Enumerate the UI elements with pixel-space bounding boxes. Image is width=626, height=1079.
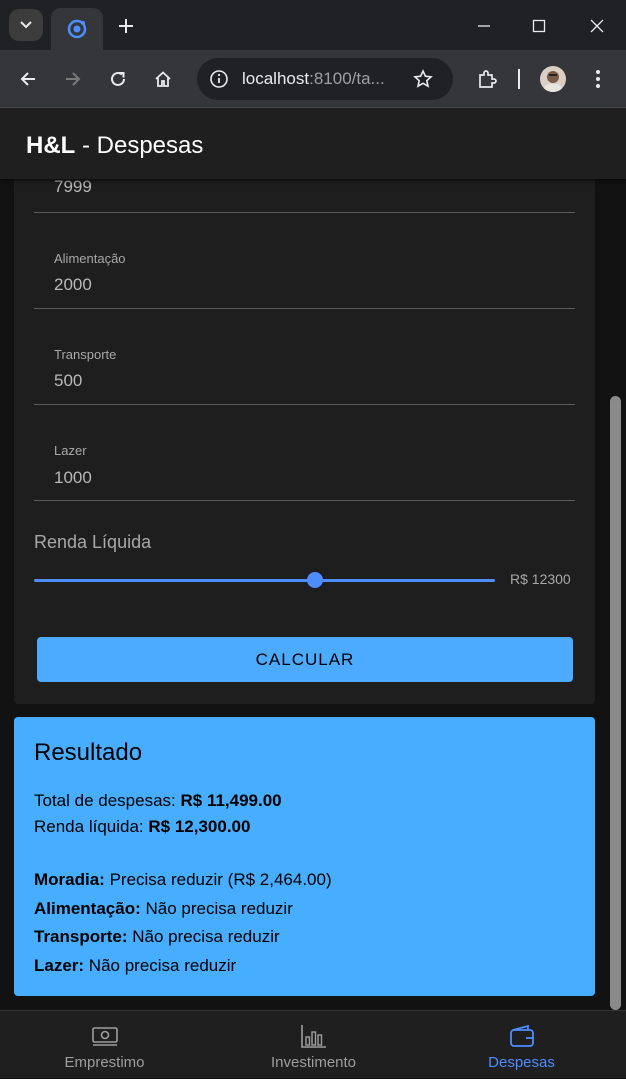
home-icon [155,71,171,87]
leisure-label: Lazer [54,443,87,458]
leisure-value[interactable]: 1000 [54,468,92,488]
transport-label: Transporte [54,347,117,362]
back-button[interactable] [13,64,43,94]
ionic-logo-icon [67,19,87,39]
puzzle-icon [479,70,497,88]
housing-field[interactable]: 7999 [34,179,575,213]
avatar-icon [544,71,562,92]
browser-tab[interactable] [51,8,103,50]
minimize-icon [478,25,490,27]
url-text: localhost:8100/ta... [242,69,385,88]
transport-value[interactable]: 500 [54,371,82,391]
wallet-icon [509,1024,534,1047]
bookmark-star-icon[interactable] [413,69,433,89]
food-value[interactable]: 2000 [54,275,92,295]
maximize-button[interactable] [524,12,554,40]
reload-icon [111,71,125,86]
browser-menu-button[interactable] [583,64,613,94]
tab-label-investimento: Investimento [270,1054,357,1071]
profile-avatar[interactable] [540,66,566,92]
bottom-tab-bar: Emprestimo Investimento Despesas [0,1010,626,1078]
cash-icon [91,1027,118,1046]
close-icon [590,19,604,33]
food-field[interactable]: Alimentação 2000 [34,213,575,309]
app-header: H&L - Despesas [0,108,626,179]
arrow-right-icon [66,72,81,86]
transport-field[interactable]: Transporte 500 [34,309,575,405]
plus-icon [119,19,133,33]
scrollbar-thumb[interactable] [610,396,621,1010]
content-area[interactable]: 7999 Alimentação 2000 Transporte 500 Laz… [0,179,626,1010]
new-tab-button[interactable] [112,12,140,40]
tab-label-emprestimo: Emprestimo [64,1054,145,1071]
tab-despesas[interactable]: Despesas [417,1011,626,1079]
result-card: Resultado Total de despesas: R$ 11,499.0… [14,717,595,996]
chevron-down-icon [20,21,32,29]
page-title: H&L - Despesas [26,132,204,159]
total-expenses-line: Total de despesas: R$ 11,499.00 [34,791,282,810]
site-info-icon[interactable] [209,69,229,89]
browser-toolbar: localhost:8100/ta... [0,50,626,108]
result-item-transport: Transporte: Não precisa reduzir [34,927,280,946]
reload-button[interactable] [103,64,133,94]
tab-emprestimo[interactable]: Emprestimo [0,1011,209,1079]
food-label: Alimentação [54,251,126,266]
result-item-housing: Moradia: Precisa reduzir (R$ 2,464.00) [34,870,332,889]
tab-investimento[interactable]: Investimento [209,1011,418,1079]
result-item-food: Alimentação: Não precisa reduzir [34,899,293,918]
net-income-slider-track[interactable] [34,579,495,582]
tab-search-button[interactable] [9,9,43,41]
net-income-line: Renda líquida: R$ 12,300.00 [34,817,251,836]
arrow-left-icon [20,72,35,86]
close-window-button[interactable] [582,12,612,40]
net-income-slider-value: R$ 12300 [510,571,571,587]
forward-button[interactable] [58,64,88,94]
net-income-slider-knob[interactable] [307,572,324,588]
extensions-button[interactable] [472,64,502,94]
more-vertical-icon [596,70,600,88]
result-item-leisure: Lazer: Não precisa reduzir [34,956,237,975]
browser-tab-bar [0,0,626,50]
net-income-label: Renda Líquida [34,532,152,552]
leisure-field[interactable]: Lazer 1000 [34,405,575,501]
toolbar-divider [518,69,520,89]
bar-chart-icon [300,1025,326,1048]
home-button[interactable] [148,64,178,94]
expense-form-card: 7999 Alimentação 2000 Transporte 500 Laz… [14,179,595,704]
calculate-button[interactable]: CALCULAR [37,637,573,682]
tab-label-despesas: Despesas [488,1054,555,1071]
maximize-icon [532,19,546,33]
housing-value[interactable]: 7999 [54,179,92,197]
minimize-button[interactable] [469,12,499,40]
address-bar[interactable]: localhost:8100/ta... [197,58,453,100]
result-title: Resultado [34,739,143,766]
